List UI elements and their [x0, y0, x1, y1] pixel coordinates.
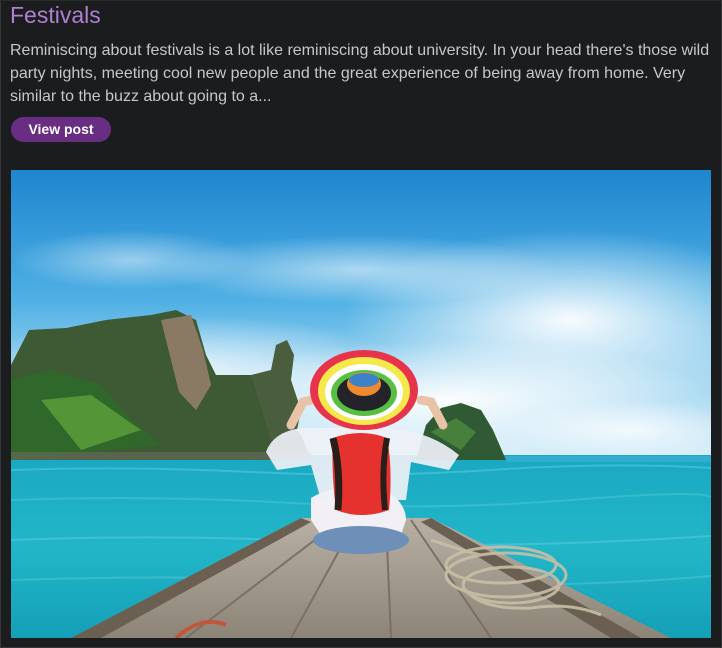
post-excerpt: Reminiscing about festivals is a lot lik…: [10, 42, 710, 105]
view-post-button[interactable]: View post: [11, 117, 111, 142]
post-image[interactable]: [11, 170, 711, 638]
post-card: Festivals Reminiscing about festivals is…: [0, 0, 722, 648]
post-title[interactable]: Festivals: [10, 2, 101, 28]
